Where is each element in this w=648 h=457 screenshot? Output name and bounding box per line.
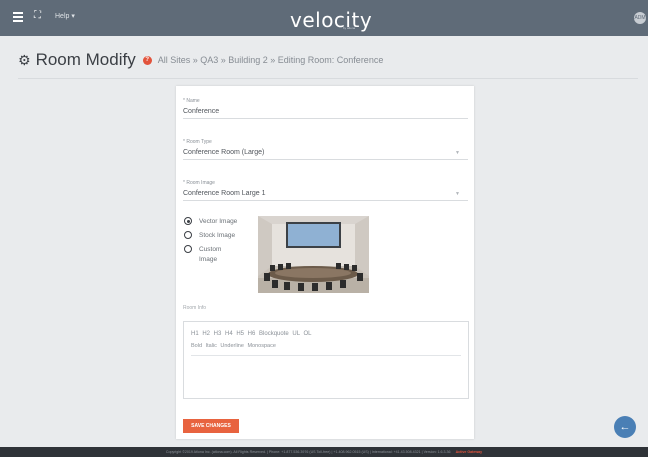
back-arrow-icon[interactable]: ← [614, 416, 636, 438]
help-icon[interactable]: ? [142, 55, 152, 65]
radio-stock-image[interactable]: Stock Image [184, 231, 254, 241]
room-icon: ⚙ [18, 51, 31, 68]
room-type-select[interactable]: Conference Room (Large) ▼ [183, 149, 468, 160]
radio-button[interactable] [184, 245, 192, 253]
image-source-options: Vector Image Stock Image Custom Image [184, 217, 254, 269]
room-image-label: * Room Image [183, 180, 215, 186]
toolbar-divider [191, 355, 461, 356]
name-input[interactable]: Conference [183, 108, 468, 119]
room-image-value: Conference Room Large 1 [183, 190, 266, 197]
radio-label: Stock Image [199, 232, 236, 239]
radio-button[interactable] [184, 231, 192, 239]
user-avatar[interactable]: ADM [634, 12, 646, 24]
radio-vector-image[interactable]: Vector Image [184, 217, 254, 227]
breadcrumb[interactable]: All Sites » QA3 » Building 2 » Editing R… [158, 55, 384, 65]
save-changes-button[interactable]: SAVE CHANGES [183, 419, 239, 433]
room-type-field: * Room Type Conference Room (Large) ▼ [183, 139, 468, 160]
page-title: Room Modify [35, 50, 136, 69]
room-type-label: * Room Type [183, 139, 212, 145]
editor-format-toolbar[interactable]: Bold Italic Underline Monospace [191, 343, 276, 349]
chevron-down-icon: ▼ [455, 150, 460, 156]
name-label: * Name [183, 98, 200, 104]
room-form-card: * Name Conference * Room Type Conference… [176, 86, 474, 439]
editor-heading-toolbar[interactable]: H1 H2 H3 H4 H5 H6 Blockquote UL OL [191, 331, 312, 337]
radio-custom-image[interactable]: Custom Image [184, 245, 254, 265]
radio-label: Vector Image [199, 218, 238, 225]
room-image-field: * Room Image Conference Room Large 1 ▼ [183, 180, 468, 201]
logo-text: velocity [290, 8, 373, 32]
header-divider [18, 78, 638, 79]
name-field: * Name Conference [183, 98, 468, 119]
radio-button-selected[interactable] [184, 217, 192, 225]
menu-icon[interactable] [13, 12, 23, 24]
expand-icon[interactable]: ⛶ [34, 11, 44, 21]
help-menu[interactable]: Help ▾ [55, 12, 75, 20]
room-info-label: Room Info [183, 305, 207, 311]
room-type-value: Conference Room (Large) [183, 149, 265, 156]
active-gateway-status[interactable]: Active Gateway [456, 450, 483, 454]
room-info-editor[interactable]: H1 H2 H3 H4 H5 H6 Blockquote UL OL Bold … [183, 321, 469, 399]
chevron-down-icon: ▼ [455, 191, 460, 197]
room-image-select[interactable]: Conference Room Large 1 ▼ [183, 190, 468, 201]
footer-copyright: Copyright ©2019 Atlona Inc. (atlona.com)… [165, 450, 451, 454]
logo-subtext: by atlona [343, 26, 356, 30]
velocity-logo: velocity [290, 8, 372, 32]
conference-room-image [258, 216, 369, 293]
top-bar: ⛶ Help ▾ velocity by atlona ADM [0, 0, 648, 36]
radio-label: Custom Image [199, 246, 222, 263]
page-header: ⚙ Room Modify ? All Sites » QA3 » Buildi… [18, 50, 383, 70]
footer: Copyright ©2019 Atlona Inc. (atlona.com)… [0, 447, 648, 457]
